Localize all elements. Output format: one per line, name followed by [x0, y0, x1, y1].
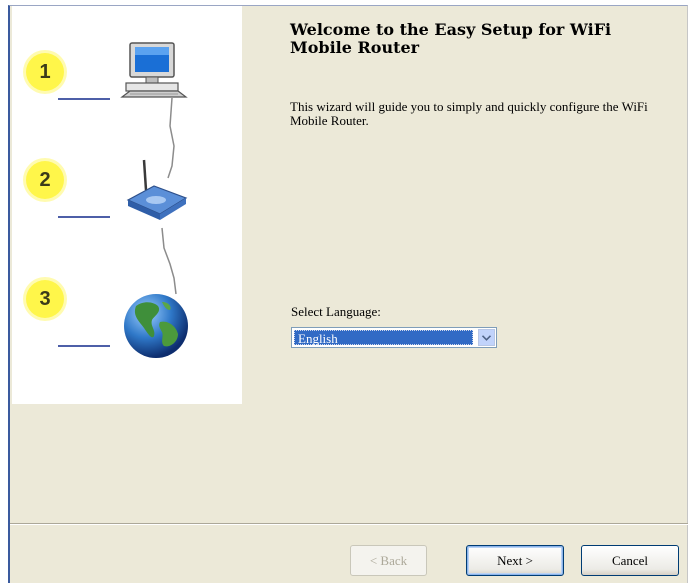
cancel-button[interactable]: Cancel — [581, 545, 679, 576]
router-icon — [126, 159, 188, 220]
language-select[interactable]: English — [291, 327, 497, 348]
dropdown-button[interactable] — [478, 329, 495, 346]
step-underline — [58, 345, 110, 347]
step-1: 1 — [12, 36, 242, 126]
wizard-title: Welcome to the Easy Setup for WiFi Mobil… — [290, 20, 612, 57]
chevron-down-icon — [482, 334, 491, 341]
footer-separator — [10, 523, 688, 525]
select-language-label: Select Language: — [291, 304, 381, 319]
step-badge: 3 — [26, 280, 64, 318]
step-2: 2 — [12, 148, 242, 238]
steps-illustration-panel: 1 2 3 — [12, 6, 242, 404]
setup-wizard-window: 1 2 3 Welcome to the Easy Setup for WiFi… — [8, 5, 688, 583]
next-button[interactable]: Next > — [466, 545, 564, 576]
computer-icon — [120, 42, 188, 98]
language-selected-value[interactable]: English — [294, 330, 473, 346]
step-badge: 1 — [26, 53, 64, 91]
wizard-description: This wizard will guide you to simply and… — [290, 99, 648, 128]
step-badge: 2 — [26, 161, 64, 199]
step-underline — [58, 98, 110, 100]
step-3: 3 — [12, 266, 242, 358]
step-underline — [58, 216, 110, 218]
back-button[interactable]: < Back — [350, 545, 427, 576]
globe-icon — [124, 294, 188, 358]
